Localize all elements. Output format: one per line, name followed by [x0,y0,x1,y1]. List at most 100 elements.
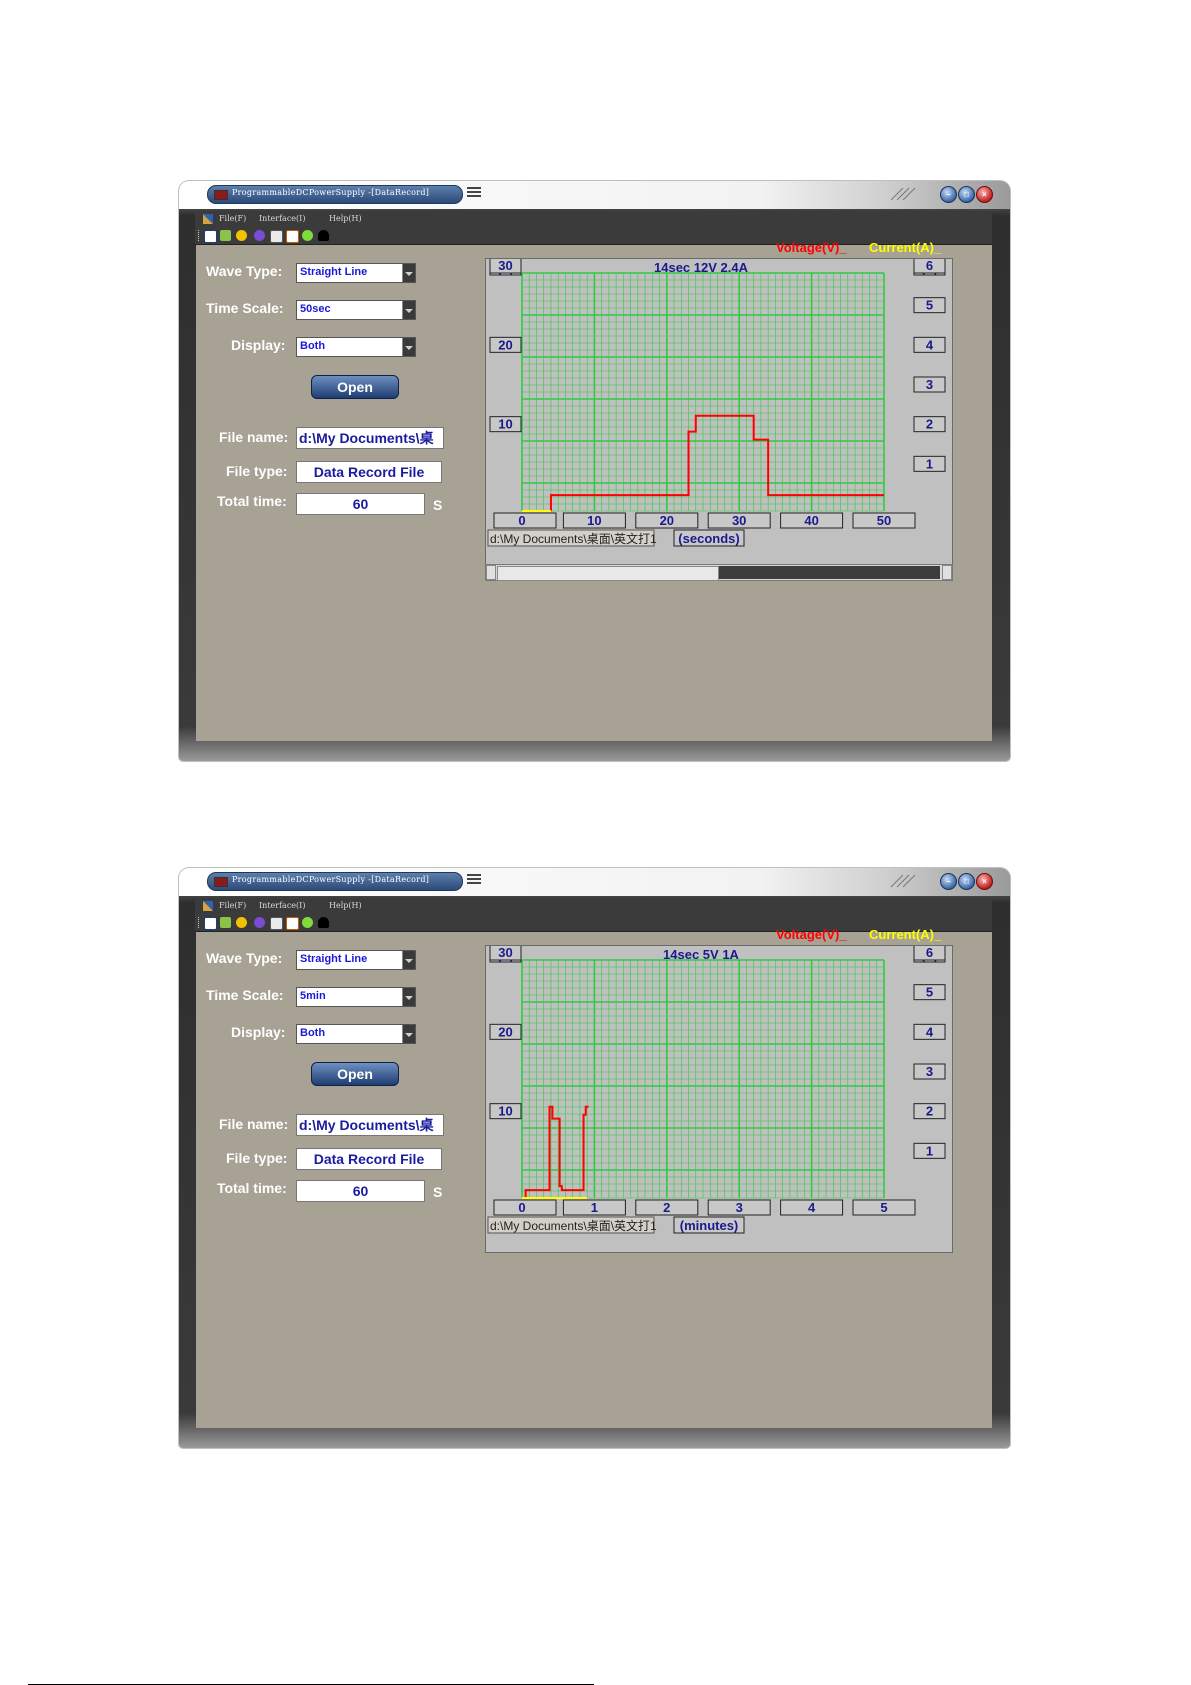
file-path-label: d:\My Documents\桌面\英文打1 [490,1218,657,1233]
document-icon[interactable] [286,230,299,243]
y-tick-label: 10 [498,417,512,432]
x-axis-unit: (seconds) [678,531,739,546]
y2-tick-label: 6 [926,946,933,960]
time-scale-select[interactable]: 50sec [296,300,416,320]
y2-tick-label: 6 [926,259,933,273]
menu-help[interactable]: Help(H) [329,214,362,223]
x-tick-label: 2 [663,1200,670,1215]
y2-tick-label: 1 [926,456,933,471]
y2-tick-label: 5 [926,298,933,313]
chevron-down-icon[interactable] [402,264,415,282]
time-scale-select[interactable]: 5min [296,987,416,1007]
scroll-thumb[interactable] [497,566,719,581]
menu-file[interactable]: File(F) [219,901,246,910]
edit-icon[interactable] [270,230,283,243]
total-time-field[interactable]: 60 [296,1180,425,1202]
legend-current: Current(A)_ [869,240,942,255]
x-tick-label: 4 [808,1200,816,1215]
system-menu-icon[interactable] [467,187,481,199]
file-type-label: File type: [226,1150,288,1166]
menu-help[interactable]: Help(H) [329,901,362,910]
wave-type-label: Wave Type: [206,263,283,279]
app-menu-icon[interactable] [203,901,213,911]
y2-tick-label: 1 [926,1143,933,1158]
display-label: Display: [231,337,286,353]
y-tick-label: 30 [498,946,512,960]
total-time-field[interactable]: 60 [296,493,425,515]
gear-icon[interactable] [302,917,313,928]
document-icon[interactable] [286,917,299,930]
display-select[interactable]: Both [296,337,416,357]
file-type-field[interactable]: Data Record File [296,1148,442,1170]
file-name-field[interactable]: d:\My Documents\桌 [296,1114,444,1136]
chart-status: 14sec 12V 2.4A [654,260,749,275]
gear-icon[interactable] [302,230,313,241]
file-name-field[interactable]: d:\My Documents\桌 [296,427,444,449]
display-select[interactable]: Both [296,1024,416,1044]
open-button[interactable]: Open [311,375,399,399]
menu-interface[interactable]: Interface(I) [259,214,305,223]
chevron-down-icon[interactable] [402,951,415,969]
app-window: ProgrammableDCPowerSupply -[DataRecord] … [179,181,1010,761]
wave-type-select[interactable]: Straight Line [296,263,416,283]
scroll-track[interactable] [719,566,940,579]
chart-status: 14sec 5V 1A [663,947,740,962]
scroll-right-icon[interactable] [942,565,952,580]
printer-icon[interactable] [318,917,329,928]
close-button[interactable]: × [976,186,993,203]
moon-icon[interactable] [236,230,247,241]
stop-icon[interactable] [254,230,265,241]
app-window: ProgrammableDCPowerSupply -[DataRecord] … [179,868,1010,1448]
connect-icon[interactable] [220,230,231,241]
file-type-field[interactable]: Data Record File [296,461,442,483]
chevron-down-icon[interactable] [402,338,415,356]
x-tick-label: 5 [880,1200,887,1215]
info-icon[interactable] [204,230,217,243]
x-axis-unit: (minutes) [680,1218,739,1233]
file-name-label: File name: [219,1116,289,1132]
maximize-button[interactable]: □ [958,186,975,203]
app-title-icon [214,190,228,200]
close-button[interactable]: × [976,873,993,890]
wave-type-select[interactable]: Straight Line [296,950,416,970]
wave-type-label: Wave Type: [206,950,283,966]
open-button[interactable]: Open [311,1062,399,1086]
system-menu-icon[interactable] [467,874,481,886]
client-area: Wave Type: Straight Line Time Scale: 5mi… [196,927,992,1428]
y2-tick-label: 4 [926,1024,934,1039]
y2-tick-label: 2 [926,417,933,432]
chevron-down-icon[interactable] [402,301,415,319]
app-menu-icon[interactable] [203,214,213,224]
title-bar[interactable]: ProgrammableDCPowerSupply -[DataRecord] … [179,181,1010,209]
scroll-left-icon[interactable] [486,565,496,580]
resize-grip-icon [890,874,916,888]
wave-type-value: Straight Line [300,266,368,278]
maximize-button[interactable]: □ [958,873,975,890]
title-bar[interactable]: ProgrammableDCPowerSupply -[DataRecord] … [179,868,1010,896]
time-scale-label: Time Scale: [206,987,284,1003]
horizontal-scrollbar[interactable] [485,564,953,581]
menu-file[interactable]: File(F) [219,214,246,223]
moon-icon[interactable] [236,917,247,928]
menu-interface[interactable]: Interface(I) [259,901,305,910]
title-pill: ProgrammableDCPowerSupply -[DataRecord] [207,872,463,891]
minimize-button[interactable]: – [940,873,957,890]
edit-icon[interactable] [270,917,283,930]
minimize-button[interactable]: – [940,186,957,203]
menu-bar: File(F) Interface(I) Help(H) [195,212,992,227]
chevron-down-icon[interactable] [402,988,415,1006]
x-tick-label: 3 [736,1200,743,1215]
y-tick-label: 20 [498,1024,512,1039]
y-tick-label: 20 [498,337,512,352]
x-tick-label: 50 [877,513,891,528]
y2-tick-label: 2 [926,1104,933,1119]
chevron-down-icon[interactable] [402,1025,415,1043]
total-time-label: Total time: [217,1180,287,1196]
connect-icon[interactable] [220,917,231,928]
x-tick-label: 0 [518,513,525,528]
stop-icon[interactable] [254,917,265,928]
file-type-label: File type: [226,463,288,479]
printer-icon[interactable] [318,230,329,241]
display-value: Both [300,340,326,352]
info-icon[interactable] [204,917,217,930]
